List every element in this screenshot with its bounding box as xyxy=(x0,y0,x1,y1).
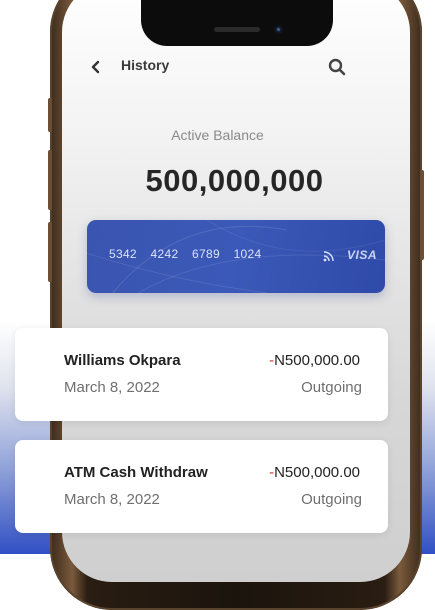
card-number: 5342 4242 6789 1024 xyxy=(109,247,262,261)
phone-notch xyxy=(141,0,333,46)
contactless-icon xyxy=(323,251,334,262)
balance-label: Active Balance xyxy=(171,127,264,143)
phone-side-button xyxy=(48,222,52,282)
transaction-name: ATM Cash Withdraw xyxy=(64,464,208,481)
amount-value: N500,000.00 xyxy=(274,352,360,369)
transaction-date: March 8, 2022 xyxy=(64,491,160,508)
chevron-left-icon[interactable] xyxy=(88,57,104,77)
phone-speaker xyxy=(214,27,260,32)
amount-value: N500,000.00 xyxy=(274,464,360,481)
top-bar: History xyxy=(88,55,358,79)
transaction-type: Outgoing xyxy=(301,379,362,396)
search-icon[interactable] xyxy=(326,56,348,78)
balance-amount: 500,000,000 xyxy=(145,163,324,198)
transaction-amount: -N500,000.00 xyxy=(269,464,360,481)
transaction-date: March 8, 2022 xyxy=(64,379,160,396)
page-title: History xyxy=(121,57,170,73)
transaction-name: Williams Okpara xyxy=(64,352,181,369)
transaction-item[interactable]: ATM Cash Withdraw March 8, 2022 -N500,00… xyxy=(15,440,388,533)
bank-card[interactable]: 5342 4242 6789 1024 VISA xyxy=(87,220,385,293)
transaction-type: Outgoing xyxy=(301,491,362,508)
transaction-amount: -N500,000.00 xyxy=(269,352,360,369)
transaction-item[interactable]: Williams Okpara March 8, 2022 -N500,000.… xyxy=(15,328,388,421)
phone-camera xyxy=(274,25,283,34)
visa-logo: VISA xyxy=(347,248,378,262)
